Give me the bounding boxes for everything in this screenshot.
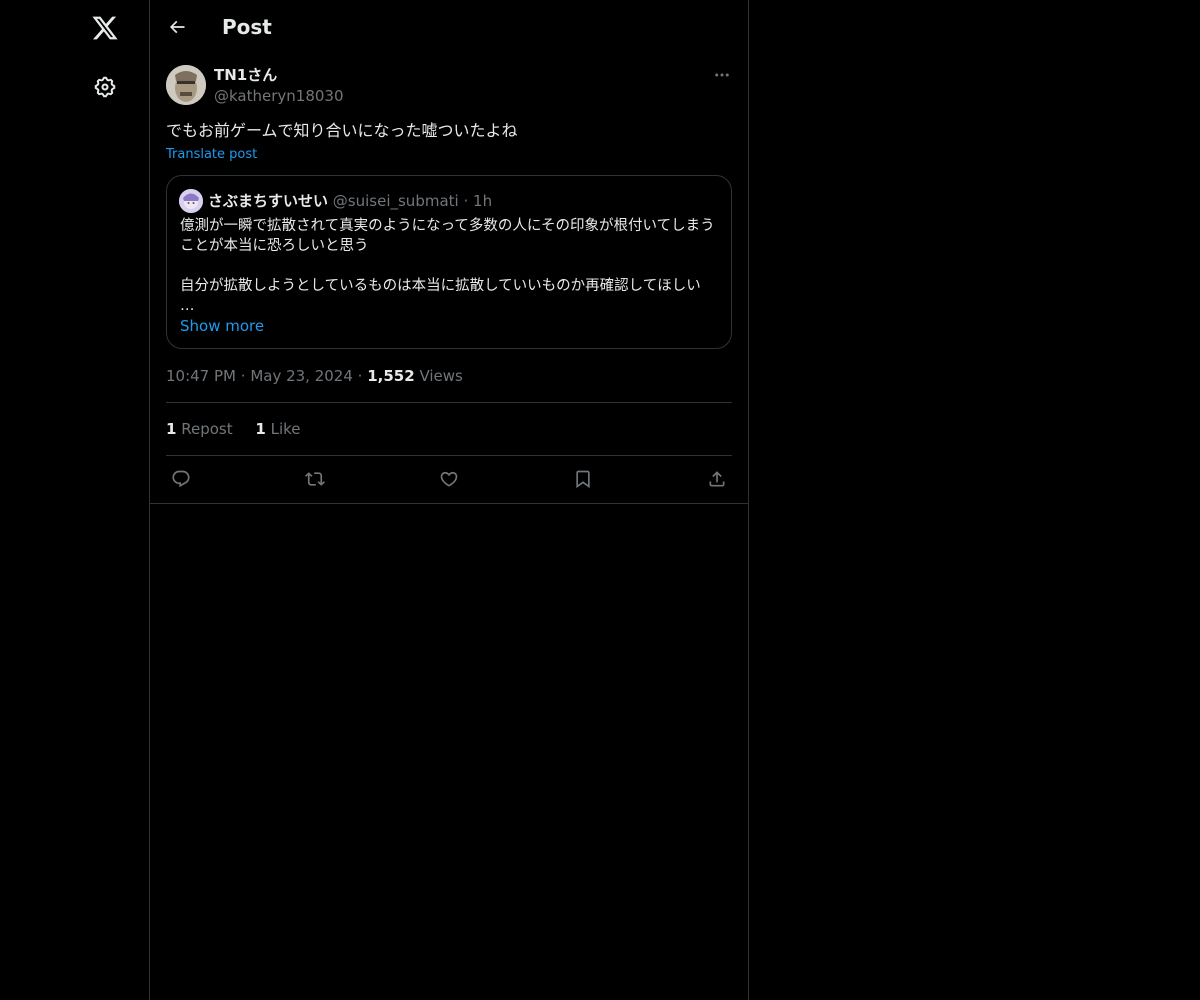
quoted-avatar-image	[179, 189, 203, 213]
quoted-text-ellipsis: …	[180, 298, 195, 314]
quoted-post-age: 1h	[473, 192, 493, 210]
show-more-link[interactable]: Show more	[180, 316, 264, 336]
bookmark-button[interactable]	[568, 466, 598, 492]
bookmark-icon	[576, 470, 590, 489]
author-handle[interactable]: @katheryn18030	[214, 86, 344, 106]
share-button[interactable]	[702, 466, 732, 492]
back-button[interactable]	[160, 10, 194, 44]
views-label: Views	[419, 367, 463, 385]
avatar-image	[166, 65, 206, 105]
quoted-post-header: さぶまちすいせい @suisei_submati · 1h	[208, 190, 492, 212]
reposts-stat[interactable]: 1 Repost	[166, 420, 233, 438]
quoted-text-line: 自分が拡散しようとしているものは本当に拡散していいものか再確認してほしい	[180, 278, 701, 294]
likes-stat[interactable]: 1 Like	[255, 420, 300, 438]
quoted-author-handle: @suisei_submati	[332, 192, 459, 210]
back-arrow-icon	[169, 20, 185, 34]
header: Post	[150, 0, 748, 53]
likes-count: 1	[255, 420, 266, 438]
quoted-post[interactable]: さぶまちすいせい @suisei_submati · 1h 億測が一瞬で拡散され…	[166, 175, 732, 349]
post-text: でもお前ゲームで知り合いになった嘘ついたよね	[166, 121, 518, 140]
author-name[interactable]: TN1さん	[214, 65, 277, 85]
action-bar	[166, 466, 732, 492]
reply-button[interactable]	[166, 466, 196, 492]
quoted-text-line: 億測が一瞬で拡散されて真実のようになって多数の人にその印象が根付いてしまうことが…	[180, 218, 715, 254]
sidebar	[0, 0, 149, 1000]
post-date[interactable]: May 23, 2024	[250, 367, 353, 385]
quoted-author-avatar	[179, 189, 203, 213]
page-title: Post	[222, 15, 272, 39]
share-icon	[709, 471, 725, 487]
post-detail-column: Post TN1さん @katheryn18030 でもお前ゲームで知り合いにな…	[149, 0, 749, 1000]
reposts-label: Repost	[181, 420, 233, 438]
meta-separator: ·	[240, 367, 251, 385]
divider	[166, 455, 732, 456]
meta-separator: ·	[463, 192, 474, 210]
quoted-author-name: さぶまちすいせい	[208, 192, 329, 210]
meta-separator: ·	[357, 367, 368, 385]
repost-button[interactable]	[300, 466, 330, 492]
reply-icon	[172, 470, 190, 488]
settings-button[interactable]	[81, 63, 129, 111]
repost-icon	[305, 472, 325, 486]
heart-icon	[440, 471, 458, 487]
like-button[interactable]	[434, 466, 464, 492]
post-stats: 1 Repost 1 Like	[166, 419, 319, 439]
more-dots-icon	[715, 73, 729, 77]
likes-label: Like	[270, 420, 301, 438]
views-count: 1,552	[367, 367, 415, 385]
divider	[150, 503, 748, 504]
more-options-button[interactable]	[710, 65, 734, 85]
divider	[166, 402, 732, 403]
translate-post-link[interactable]: Translate post	[166, 146, 257, 164]
gear-icon	[94, 76, 116, 98]
post-time[interactable]: 10:47 PM	[166, 367, 236, 385]
author-avatar[interactable]	[166, 65, 206, 105]
reposts-count: 1	[166, 420, 177, 438]
post-meta: 10:47 PM · May 23, 2024 · 1,552 Views	[166, 366, 463, 386]
x-logo-icon	[92, 16, 118, 40]
quoted-post-text: 億測が一瞬で拡散されて真実のようになって多数の人にその印象が根付いてしまうことが…	[180, 216, 720, 316]
x-logo-button[interactable]	[81, 4, 129, 52]
